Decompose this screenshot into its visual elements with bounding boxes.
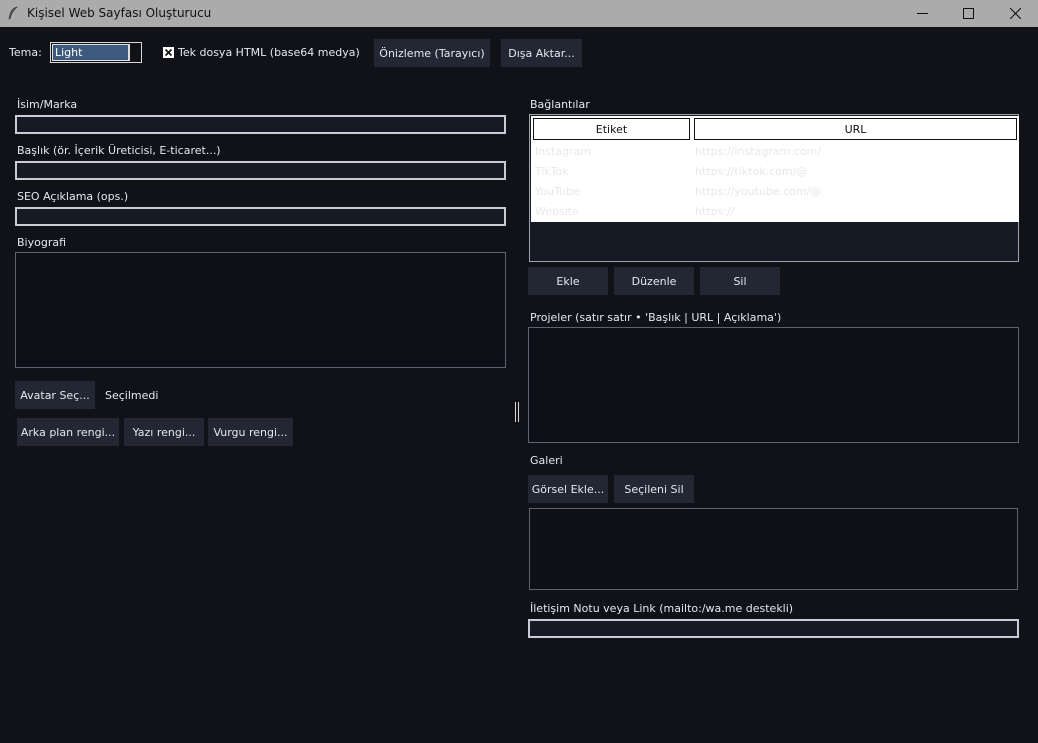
checkmark-icon (164, 48, 173, 57)
links-label: Bağlantılar (530, 98, 590, 111)
table-row[interactable]: YouTube https://youtube.com/@ (531, 182, 1019, 202)
edit-link-button[interactable]: Düzenle (614, 267, 694, 295)
theme-label: Tema: (9, 46, 42, 59)
theme-select[interactable]: Light (50, 42, 142, 63)
single-file-checkbox[interactable] (163, 47, 174, 58)
close-button[interactable] (992, 0, 1038, 27)
table-row[interactable]: Website https:// (531, 202, 1019, 222)
links-table-body: Instagram https://instagram.com/ TikTok … (531, 142, 1019, 222)
close-icon (1009, 8, 1021, 19)
preview-button[interactable]: Önizleme (Tarayıcı) (374, 39, 490, 67)
links-table[interactable]: Etiket URL Instagram https://instagram.c… (529, 114, 1019, 262)
dropdown-arrow-icon[interactable] (129, 44, 140, 61)
add-image-button[interactable]: Görsel Ekle... (528, 475, 608, 503)
table-row[interactable]: Instagram https://instagram.com/ (531, 142, 1019, 162)
background-color-button[interactable]: Arka plan rengi... (17, 418, 119, 446)
name-input[interactable] (15, 115, 506, 134)
single-file-label: Tek dosya HTML (base64 medya) (178, 46, 360, 59)
column-header-label[interactable]: Etiket (531, 116, 692, 142)
avatar-select-button[interactable]: Avatar Seç... (15, 381, 95, 409)
remove-selected-button[interactable]: Seçileni Sil (614, 475, 694, 503)
headline-input[interactable] (15, 161, 506, 180)
add-link-button[interactable]: Ekle (528, 267, 608, 295)
maximize-icon (962, 8, 974, 19)
seo-input[interactable] (15, 207, 506, 226)
accent-color-button[interactable]: Vurgu rengi... (208, 418, 293, 446)
maximize-button[interactable] (945, 0, 991, 27)
bio-label: Biyografi (17, 236, 67, 249)
table-row[interactable]: TikTok https://tiktok.com/@ (531, 162, 1019, 182)
contact-input[interactable] (528, 619, 1019, 638)
theme-select-value: Light (52, 44, 129, 61)
column-header-url[interactable]: URL (692, 116, 1019, 142)
seo-label: SEO Açıklama (ops.) (17, 190, 129, 203)
export-button[interactable]: Dışa Aktar... (501, 39, 582, 67)
name-label: İsim/Marka (17, 98, 78, 111)
feather-icon (8, 6, 18, 20)
bio-textarea[interactable] (15, 252, 506, 368)
projects-textarea[interactable] (528, 327, 1019, 443)
window-title: Kişisel Web Sayfası Oluşturucu (27, 6, 212, 20)
gallery-list[interactable] (529, 508, 1018, 590)
title-bar: Kişisel Web Sayfası Oluşturucu (0, 0, 1038, 27)
delete-link-button[interactable]: Sil (700, 267, 780, 295)
avatar-status: Seçilmedi (105, 389, 159, 402)
pane-sash-handle[interactable] (515, 402, 519, 422)
headline-label: Başlık (ör. İçerik Üreticisi, E-ticaret.… (17, 144, 221, 157)
gallery-label: Galeri (530, 454, 563, 467)
contact-label: İletişim Notu veya Link (mailto:/wa.me d… (530, 602, 794, 615)
projects-label: Projeler (satır satır • 'Başlık | URL | … (530, 311, 782, 324)
text-color-button[interactable]: Yazı rengi... (124, 418, 204, 446)
minimize-icon (916, 13, 928, 14)
minimize-button[interactable] (899, 0, 945, 27)
